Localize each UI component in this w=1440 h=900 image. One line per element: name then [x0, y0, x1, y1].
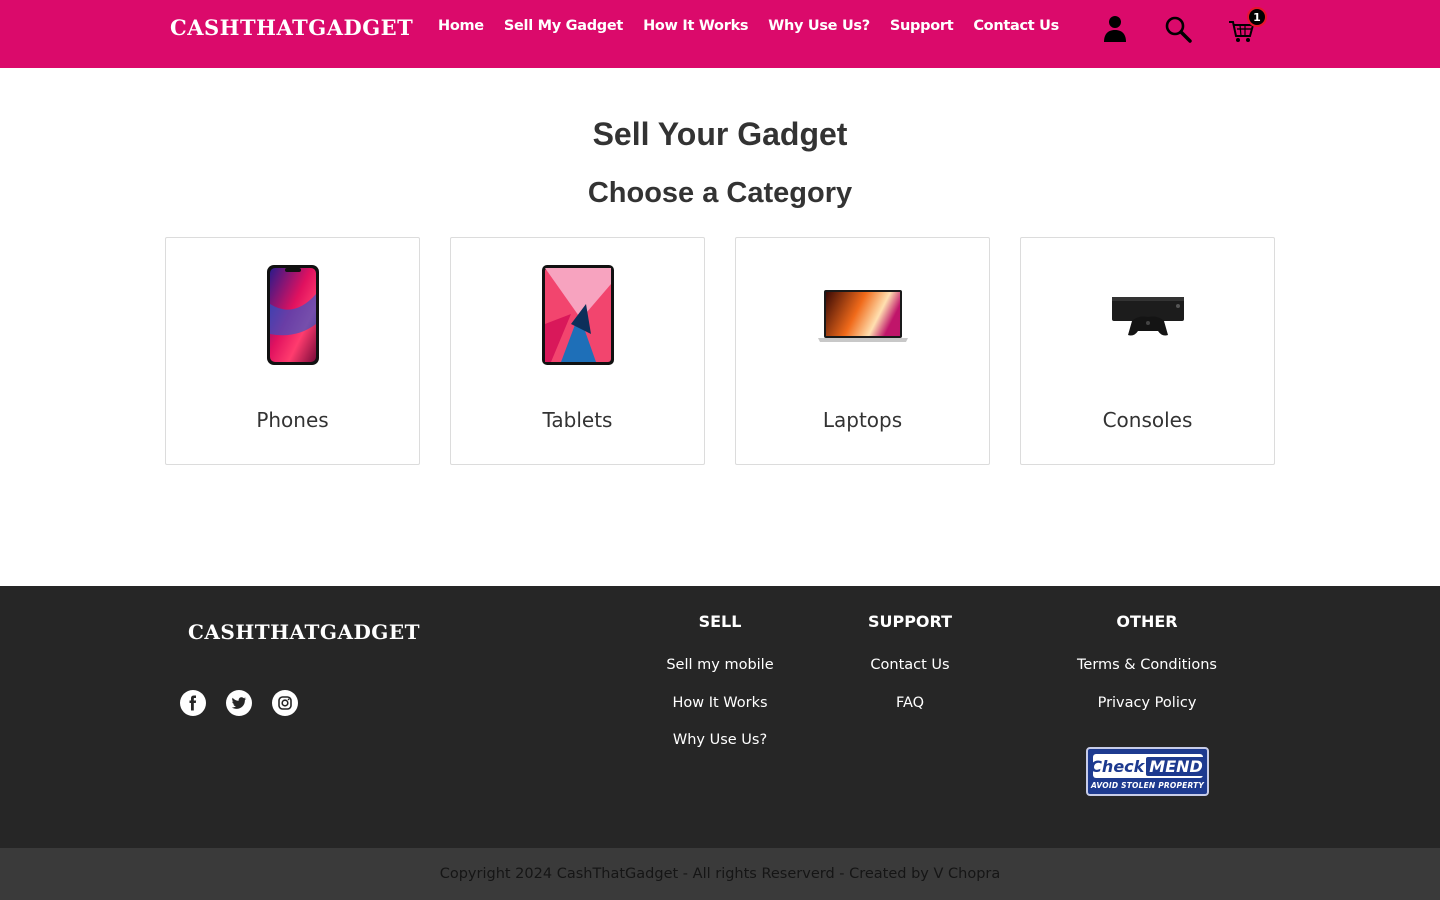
footer-link-sell-my-mobile[interactable]: Sell my mobile: [640, 657, 800, 695]
footer-heading-support: SUPPORT: [867, 612, 953, 631]
laptop-image: [736, 260, 989, 370]
checkmend-logo: Check MEND: [1090, 754, 1206, 778]
nav-home[interactable]: Home: [438, 18, 484, 34]
footer-link-terms[interactable]: Terms & Conditions: [1047, 657, 1247, 695]
footer-heading-other: OTHER: [1116, 612, 1178, 631]
category-label: Laptops: [822, 408, 903, 432]
site-header: CASHTHATGADGET Home Sell My Gadget How I…: [0, 0, 1440, 68]
checkmend-check-text: Check: [1090, 756, 1145, 776]
checkmend-mend-text: MEND: [1146, 756, 1206, 776]
main-nav: Home Sell My Gadget How It Works Why Use…: [438, 18, 1059, 34]
cart-count-badge: 1: [1247, 7, 1267, 27]
user-icon[interactable]: [1101, 14, 1129, 44]
category-card-tablets[interactable]: Tablets: [450, 237, 705, 465]
category-label: Tablets: [542, 408, 613, 432]
search-icon[interactable]: [1164, 14, 1192, 44]
tablet-image: [451, 260, 704, 370]
checkmend-badge[interactable]: Check MEND AVOID STOLEN PROPERTY: [1086, 747, 1209, 796]
footer-link-why-use-us[interactable]: Why Use Us?: [640, 732, 800, 770]
footer-link-privacy[interactable]: Privacy Policy: [1047, 695, 1247, 733]
category-label: Phones: [256, 408, 329, 432]
nav-why-use-us[interactable]: Why Use Us?: [768, 18, 870, 34]
nav-support[interactable]: Support: [890, 18, 954, 34]
category-card-phones[interactable]: Phones: [165, 237, 420, 465]
footer-heading-sell: SELL: [698, 612, 742, 631]
category-card-laptops[interactable]: Laptops: [735, 237, 990, 465]
category-card-consoles[interactable]: Consoles: [1020, 237, 1275, 465]
twitter-icon[interactable]: [226, 690, 252, 716]
footer-column-support: SUPPORT Contact Us FAQ: [830, 612, 990, 732]
nav-how-it-works[interactable]: How It Works: [643, 18, 748, 34]
copyright-text: Copyright 2024 CashThatGadget - All righ…: [439, 866, 1001, 882]
copyright-bar: Copyright 2024 CashThatGadget - All righ…: [0, 848, 1440, 900]
page-title: Sell Your Gadget: [592, 116, 848, 152]
footer-column-sell: SELL Sell my mobile How It Works Why Use…: [640, 612, 800, 770]
console-image: [1021, 260, 1274, 370]
footer-link-how-it-works[interactable]: How It Works: [640, 695, 800, 733]
page-subtitle: Choose a Category: [587, 177, 853, 209]
instagram-icon[interactable]: [272, 690, 298, 716]
nav-contact-us[interactable]: Contact Us: [973, 18, 1059, 34]
brand-logo[interactable]: CASHTHATGADGET: [170, 15, 413, 40]
site-footer: CASHTHATGADGET SELL Sell my mobile How I…: [0, 586, 1440, 848]
footer-link-contact-us[interactable]: Contact Us: [830, 657, 990, 695]
facebook-icon[interactable]: [180, 690, 206, 716]
footer-link-faq[interactable]: FAQ: [830, 695, 990, 733]
footer-column-other: OTHER Terms & Conditions Privacy Policy: [1047, 612, 1247, 732]
phone-image: [166, 260, 419, 370]
checkmend-tagline: AVOID STOLEN PROPERTY: [1090, 781, 1205, 790]
nav-sell-my-gadget[interactable]: Sell My Gadget: [504, 18, 624, 34]
category-label: Consoles: [1102, 408, 1193, 432]
footer-brand-logo[interactable]: CASHTHATGADGET: [188, 620, 420, 644]
